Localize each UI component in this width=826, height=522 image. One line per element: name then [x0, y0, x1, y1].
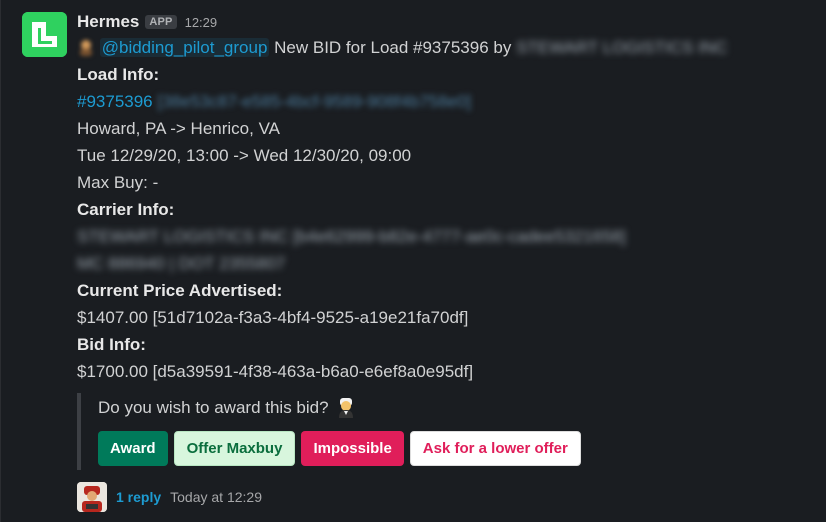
max-buy-line: Max Buy: - — [77, 173, 159, 192]
person-emoji-icon — [77, 37, 95, 56]
load-uuid-redacted: [38e53c87-e585-4bcf-9589-908f4b758e0] — [157, 92, 472, 111]
bid-info-label: Bid Info: — [77, 335, 146, 354]
hermes-logo-icon[interactable] — [22, 12, 67, 57]
route-line: Howard, PA -> Henrico, VA — [77, 119, 280, 138]
award-question: Do you wish to award this bid? — [98, 395, 816, 421]
group-mention[interactable]: @bidding_pilot_group — [99, 38, 270, 57]
man-judge-emoji-icon — [335, 397, 357, 419]
carrier-details-redacted: STEWART LOGISTICS INC [b4e62999-b82e-477… — [77, 227, 626, 246]
impossible-button[interactable]: Impossible — [301, 431, 404, 466]
offer-maxbuy-button[interactable]: Offer Maxbuy — [173, 431, 296, 466]
bid-price-value: $1700.00 [d5a39591-4f38-463a-b6a0-e6ef8a… — [77, 362, 474, 381]
load-link[interactable]: #9375396 — [77, 92, 153, 111]
intro-line: @bidding_pilot_group New BID for Load #9… — [77, 34, 816, 61]
message-header: Hermes APP 12:29 — [77, 10, 816, 34]
thread-summary[interactable]: 1 reply Today at 12:29 — [77, 482, 816, 512]
reply-count-link[interactable]: 1 reply — [116, 489, 161, 505]
message-content: Hermes APP 12:29 @bidding_pilot_group Ne… — [77, 10, 816, 512]
dates-line: Tue 12/29/20, 13:00 -> Wed 12/30/20, 09:… — [77, 146, 412, 165]
load-info-label: Load Info: — [77, 65, 160, 84]
user-avatar-icon[interactable] — [77, 482, 107, 512]
current-price-value: $1407.00 [51d7102a-f3a3-4bf4-9525-a19e21… — [77, 308, 469, 327]
carrier-info-label: Carrier Info: — [77, 200, 175, 219]
carrier-name-redacted: STEWART LOGISTICS INC — [516, 38, 728, 57]
intro-text: New BID for Load #9375396 by — [269, 38, 517, 57]
award-attachment: Do you wish to award this bid? Award Off… — [77, 393, 816, 470]
award-button[interactable]: Award — [98, 431, 168, 466]
sender-name[interactable]: Hermes — [77, 12, 139, 32]
load-id-line: #9375396 [38e53c87-e585-4bcf-9589-908f4b… — [77, 88, 816, 115]
award-question-text: Do you wish to award this bid? — [98, 398, 329, 417]
reply-timestamp: Today at 12:29 — [170, 489, 262, 505]
carrier-mc-redacted: MC 886940 | DOT 2355807 — [77, 254, 286, 273]
message-timestamp[interactable]: 12:29 — [185, 15, 218, 30]
ask-lower-offer-button[interactable]: Ask for a lower offer — [409, 431, 581, 466]
slack-message-frame: Hermes APP 12:29 @bidding_pilot_group Ne… — [0, 0, 826, 522]
current-price-label: Current Price Advertised: — [77, 281, 283, 300]
app-badge: APP — [145, 15, 177, 29]
action-buttons: Award Offer Maxbuy Impossible Ask for a … — [98, 431, 816, 466]
